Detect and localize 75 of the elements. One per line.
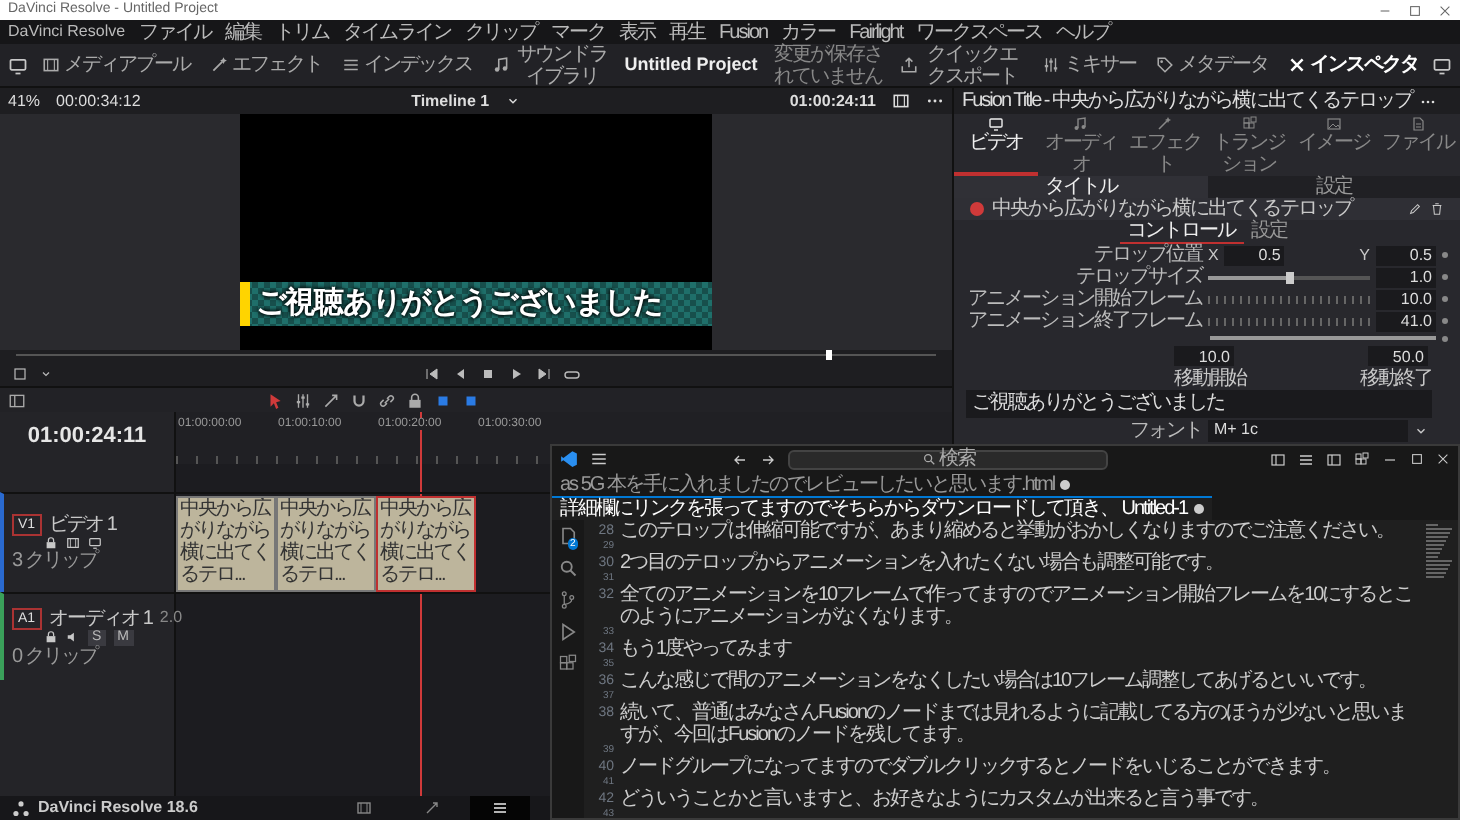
toolbar-button[interactable]: メディアプール (36, 54, 196, 76)
inspector-tab[interactable]: オーディオ (1038, 114, 1123, 176)
range-label: 移動終了 (1360, 368, 1432, 390)
search-field[interactable]: 検索 (788, 449, 1108, 469)
track-name: ビデオ 1 (49, 514, 116, 536)
toolbar-button[interactable]: エフェクト (204, 54, 328, 76)
number-field[interactable]: 1.0 (1376, 267, 1436, 287)
number-field[interactable]: 41.0 (1376, 311, 1436, 331)
subtab[interactable]: タイトル (954, 176, 1207, 198)
timeline-name[interactable]: Timeline 1 (411, 91, 490, 111)
project-title: Untitled Project (624, 54, 758, 76)
code-line: 続いて、普通はみなさんFusionのノードまでは見れるように記載してる方のほうが少ないと思いますが、今回はFusionのノードを残してます。 (620, 702, 1409, 746)
number-field[interactable]: 10.0 (1376, 289, 1436, 309)
inspector-tab[interactable]: エフェクト (1122, 114, 1208, 176)
timecode: 01:00:24:11 (789, 91, 877, 111)
control-tab[interactable]: 設定 (1243, 220, 1295, 244)
caption-text: ご視聴ありがとうございました (254, 286, 662, 322)
number-field[interactable]: 50.0 (1368, 346, 1428, 366)
effect-name: 中央から広がりながら横に出てくるテロップ (992, 198, 1352, 220)
app-version: DaVinci Resolve 18.6 (38, 798, 198, 818)
param-label: アニメーション終了フレーム (966, 310, 1202, 332)
font-dropdown[interactable]: M+ 1c (1208, 419, 1408, 441)
toolbar-button[interactable]: ミキサー (1035, 54, 1142, 76)
inspector-tab[interactable]: イメージ (1291, 114, 1376, 176)
clip-count: 3 クリップ (12, 550, 100, 572)
menu-item[interactable]: 編集 (225, 21, 262, 43)
zoom-level[interactable]: 41% (8, 91, 41, 111)
track-name: オーディオ 1 (49, 607, 152, 629)
number-field[interactable]: 10.0 (1174, 346, 1234, 366)
menu-item[interactable]: ファイル (139, 21, 212, 43)
editor-tab[interactable]: 詳細欄にリンクを張ってますのでそちらからダウンロードして頂き、 Untitled-1 (552, 496, 1212, 520)
toolbar-button[interactable]: インスペクタ (1281, 54, 1424, 76)
timecode: 01:00:24:11 (27, 424, 147, 452)
number-field[interactable]: 0.5 (1224, 245, 1285, 265)
menu-item[interactable]: 表示 (619, 21, 656, 43)
param-label: テロップサイズ (1074, 266, 1202, 288)
axis-label: Y (1359, 245, 1370, 265)
toolbar-button[interactable]: サウンドライブラリ (486, 43, 616, 87)
menu-item[interactable]: ワークスペース (916, 21, 1043, 43)
toolbar-button[interactable]: メタデータ (1149, 54, 1274, 76)
text-field[interactable]: ご視聴ありがとうございました (966, 390, 1432, 418)
axis-label: X (1208, 245, 1219, 265)
code-line: 全てのアニメーションを10フレームで作ってますのでアニメーション開始フレームを10にするとこのようにアニメーションがなくなります。 (620, 584, 1415, 628)
code-line: 2つ目のテロップからアニメーションを入れたくない場合も調整可能です。 (620, 552, 1226, 574)
menu-item[interactable]: クリップ (465, 21, 538, 43)
code-line: こんな感じで間のアニメーションをなくしたい場合は10フレーム調整してあげるといいです。 (620, 670, 1379, 692)
range-label: 移動開始 (1174, 368, 1246, 390)
menu-item[interactable]: ヘルプ (1056, 21, 1111, 43)
save-status: 変更が保存されていません (773, 43, 885, 87)
clip-count: 0 クリップ (12, 645, 100, 667)
menu-item[interactable]: タイムライン (343, 21, 452, 43)
code-line: どういうことかと言いますと、お好きなようにカスタムが出来ると言う事です。 (620, 788, 1270, 810)
timecode: 00:00:34:12 (56, 91, 141, 111)
subtab[interactable]: 設定 (1207, 176, 1460, 198)
menu-item[interactable]: マーク (551, 21, 606, 43)
code-line: もう1度やってみます (620, 638, 794, 660)
menu-item[interactable]: 再生 (669, 21, 706, 43)
toolbar-button[interactable]: クイックエクスポート (893, 43, 1028, 87)
code-line: ノードグループになってますのでダブルクリックするとノードをいじることができます。 (620, 756, 1342, 778)
toolbar-button[interactable]: インデックス (336, 54, 478, 76)
menu-item[interactable]: トリム (275, 21, 330, 43)
number-field[interactable]: 0.5 (1376, 245, 1436, 265)
param-label: テロップ位置 (1092, 244, 1202, 266)
param-label: アニメーション開始フレーム (966, 288, 1202, 310)
code-line: このテロップは伸縮可能ですが、あまり縮めると挙動がおかしくなりますのでご注意ください。 (620, 520, 1396, 542)
control-tab[interactable]: コントロール (1119, 220, 1243, 244)
inspector-title: Fusion Title - 中央から広がりながら横に出てくるテロップ (962, 90, 1413, 112)
menu-item[interactable]: カラー (781, 21, 836, 43)
inspector-tab[interactable]: ファイル (1375, 114, 1460, 176)
menu-item[interactable]: Fusion (719, 21, 768, 43)
inspector-tab[interactable]: トランジション (1207, 114, 1292, 176)
channel-format: 2.0 (159, 608, 183, 628)
menu-item[interactable]: Fairlight (849, 21, 903, 43)
menu-item[interactable]: DaVinci Resolve (8, 22, 126, 42)
param-label: フォント (1128, 419, 1202, 441)
